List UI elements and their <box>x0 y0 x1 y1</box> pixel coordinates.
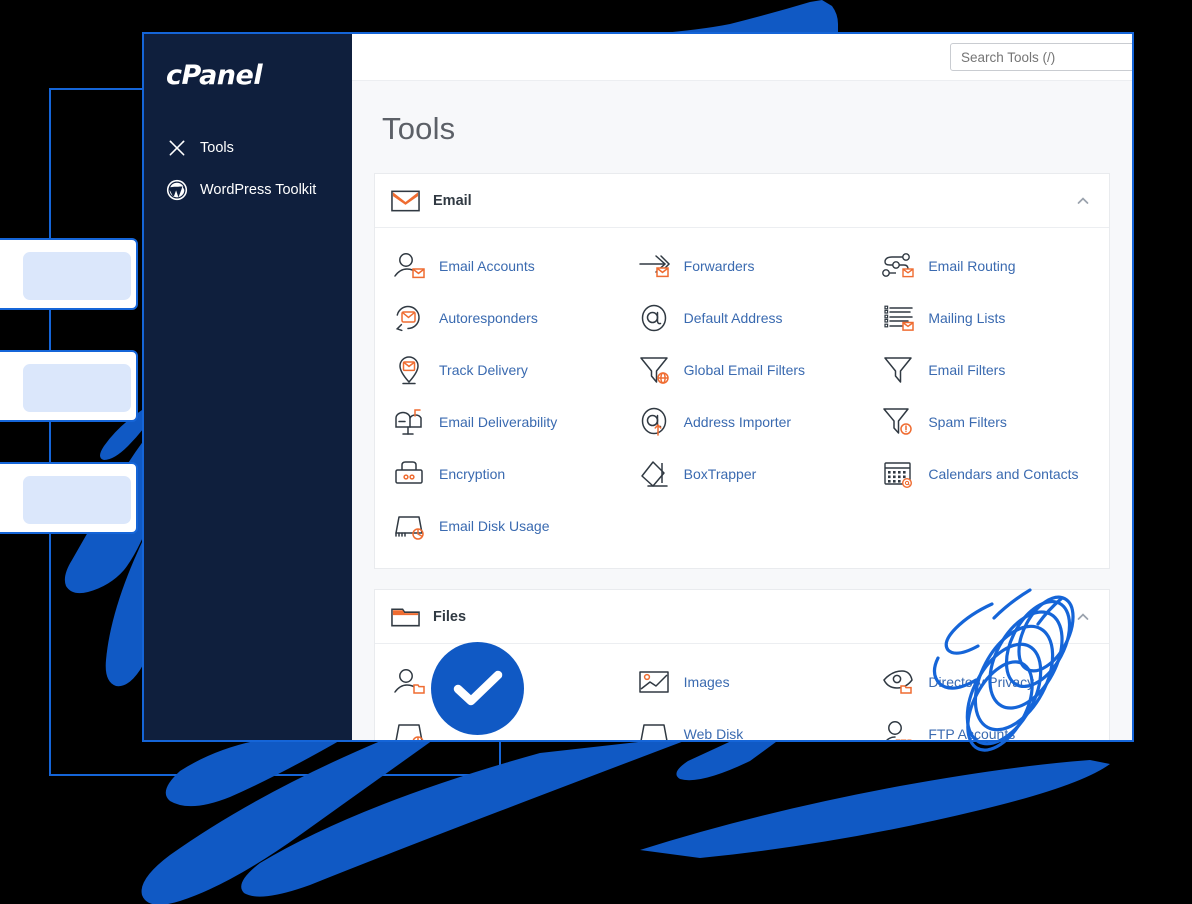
section-email-grid: Email Accounts Forwarders Email Routing … <box>375 228 1109 568</box>
routing-envelope-icon <box>880 249 918 283</box>
scribble-annotation-icon <box>932 588 1075 752</box>
tool-label: Email Filters <box>928 362 1006 379</box>
box-trap-icon <box>636 457 674 491</box>
tool-boxtrapper[interactable]: BoxTrapper <box>620 448 865 500</box>
tools-icon <box>166 137 188 159</box>
tool-label: Track Delivery <box>439 362 528 379</box>
tool-label: Email Accounts <box>439 258 535 275</box>
envelope-icon <box>391 188 421 214</box>
tool-email-deliverability[interactable]: Email Deliverability <box>375 396 620 448</box>
tool-label: Encryption <box>439 466 506 483</box>
disk-icon <box>636 717 674 740</box>
eye-folder-icon <box>880 665 918 699</box>
disk-pie-icon <box>391 509 429 543</box>
search-input[interactable] <box>950 43 1132 72</box>
check-circle-icon <box>431 642 524 735</box>
background-mini-card <box>0 238 138 310</box>
arrow-envelope-icon <box>636 249 674 283</box>
list-envelope-icon <box>880 301 918 335</box>
tool-label: Forwarders <box>683 258 755 275</box>
mini-card-panel <box>23 364 131 412</box>
tool-label: Address Importer <box>683 414 792 431</box>
tool-global-email-filters[interactable]: Global Email Filters <box>620 344 865 396</box>
sidebar: cPanel Tools WordPress Toolkit <box>144 34 352 740</box>
tool-default-address[interactable]: Default Address <box>620 292 865 344</box>
at-sign-icon <box>636 301 674 335</box>
tool-autoresponders[interactable]: Autoresponders <box>375 292 620 344</box>
user-ftp-icon: FTP <box>880 717 918 740</box>
pin-envelope-icon <box>391 353 429 387</box>
tool-label: Email Disk Usage <box>439 518 550 535</box>
tool-forwarders[interactable]: Forwarders <box>620 240 865 292</box>
user-folder-icon <box>391 665 429 699</box>
tool-label: Global Email Filters <box>683 362 806 379</box>
circle-arrow-envelope-icon <box>391 301 429 335</box>
sidebar-nav: Tools WordPress Toolkit <box>144 127 352 211</box>
tool-mailing-lists[interactable]: Mailing Lists <box>864 292 1109 344</box>
sidebar-item-label: WordPress Toolkit <box>200 182 317 198</box>
tool-label: Email Deliverability <box>439 414 558 431</box>
tool-label: BoxTrapper <box>683 466 757 483</box>
at-sign-arrow-icon <box>636 405 674 439</box>
tool-email-filters[interactable]: Email Filters <box>864 344 1109 396</box>
mailbox-icon <box>391 405 429 439</box>
funnel-icon <box>880 353 918 387</box>
mini-card-panel <box>23 476 131 524</box>
disk-pie-icon <box>391 717 429 740</box>
cpanel-logo: cPanel <box>166 60 263 91</box>
sidebar-item-tools[interactable]: Tools <box>144 127 352 169</box>
sidebar-item-label: Tools <box>200 140 234 156</box>
section-email-header[interactable]: Email <box>375 174 1109 229</box>
user-envelope-icon <box>391 249 429 283</box>
funnel-globe-icon <box>636 353 674 387</box>
wordpress-icon <box>166 179 188 201</box>
tool-email-disk-usage[interactable]: Email Disk Usage <box>375 500 620 552</box>
screenshot-stage: cPanel Tools WordPress Toolkit Search To… <box>0 0 1192 904</box>
top-bar <box>352 34 1132 82</box>
tool-web-disk[interactable]: Web Disk <box>620 708 865 740</box>
brush-stroke-bottom-right <box>640 760 1110 858</box>
mini-card-panel <box>23 252 131 300</box>
tool-label: Spam Filters <box>928 414 1007 431</box>
tool-calendars-and-contacts[interactable]: Calendars and Contacts <box>864 448 1109 500</box>
background-mini-card <box>0 350 138 422</box>
tool-encryption[interactable]: Encryption <box>375 448 620 500</box>
image-icon <box>636 665 674 699</box>
funnel-alert-icon <box>880 405 918 439</box>
background-mini-card <box>0 462 138 534</box>
tool-label: Mailing Lists <box>928 310 1006 327</box>
folder-icon <box>391 604 421 630</box>
chevron-up-icon[interactable] <box>1075 193 1091 209</box>
lock-dots-icon <box>391 457 429 491</box>
svg-text:FTP: FTP <box>895 738 913 740</box>
tool-address-importer[interactable]: Address Importer <box>620 396 865 448</box>
page-title: Tools <box>382 111 456 147</box>
section-title: Email <box>433 192 472 209</box>
tool-label: Images <box>683 674 730 691</box>
tool-email-routing[interactable]: Email Routing <box>864 240 1109 292</box>
sidebar-item-wordpress-toolkit[interactable]: WordPress Toolkit <box>144 169 352 211</box>
calendar-at-icon <box>880 457 918 491</box>
tool-label: Calendars and Contacts <box>928 466 1079 483</box>
tool-label: Autoresponders <box>439 310 538 327</box>
tool-email-accounts[interactable]: Email Accounts <box>375 240 620 292</box>
tool-images[interactable]: Images <box>620 656 865 708</box>
tool-label: Email Routing <box>928 258 1016 275</box>
section-email: Email Email Accounts Forwarders Email Ro… <box>374 173 1110 570</box>
tool-label: Web Disk <box>683 726 744 740</box>
tool-spam-filters[interactable]: Spam Filters <box>864 396 1109 448</box>
tool-label: Default Address <box>683 310 783 327</box>
tool-track-delivery[interactable]: Track Delivery <box>375 344 620 396</box>
